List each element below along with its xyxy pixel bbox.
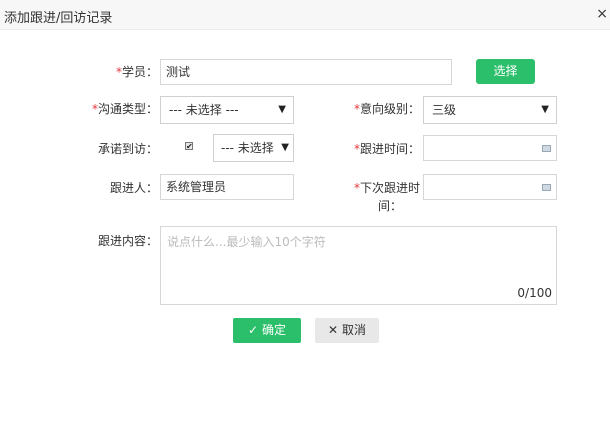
content-textarea[interactable]: 说点什么...最少输入10个字符 0/100: [160, 226, 557, 305]
intent-level-label: *意向级别：: [320, 100, 420, 117]
dialog-titlebar: 添加跟进/回访记录 ×: [0, 0, 610, 30]
calendar-icon[interactable]: [542, 145, 551, 152]
next-follow-time-input[interactable]: [423, 174, 557, 200]
confirm-label: 确定: [261, 323, 286, 337]
comm-type-label: *沟通类型：: [60, 100, 158, 117]
promise-visit-checkbox[interactable]: ✔: [185, 142, 193, 151]
cancel-button[interactable]: ✕ 取消: [315, 318, 379, 343]
promise-visit-value: --- 未选择: [221, 141, 274, 155]
content-label: 跟进内容：: [97, 234, 158, 248]
promise-visit-select[interactable]: --- 未选择 ▼: [213, 134, 294, 162]
follow-time-label-text: 跟进时间：: [359, 142, 420, 156]
close-icon[interactable]: ×: [596, 6, 608, 22]
intent-level-value: 三级: [432, 103, 457, 117]
follow-time-input[interactable]: [423, 135, 557, 161]
next-follow-time-label: *下次跟进时 间：: [320, 179, 420, 215]
confirm-button[interactable]: ✓ 确定: [233, 318, 301, 343]
next-follow-time-label-line1: 下次跟进时: [359, 181, 420, 195]
promise-visit-label: 承诺到访：: [97, 142, 158, 156]
chevron-down-icon: ▼: [278, 104, 286, 115]
chevron-down-icon: ▼: [279, 135, 289, 161]
next-follow-time-label-line2: 间：: [377, 199, 402, 213]
follower-label: 跟进人：: [109, 181, 158, 195]
intent-level-select[interactable]: 三级 ▼: [423, 96, 557, 124]
cancel-label: 取消: [341, 323, 366, 337]
comm-type-select[interactable]: --- 未选择 --- ▼: [160, 96, 294, 124]
comm-type-value: --- 未选择 ---: [169, 103, 239, 117]
follower-input[interactable]: 系统管理员: [160, 174, 294, 200]
student-input[interactable]: 测试: [160, 59, 452, 85]
dialog-title: 添加跟进/回访记录: [4, 11, 113, 26]
student-label: *学员：: [80, 63, 158, 80]
content-placeholder: 说点什么...最少输入10个字符: [167, 235, 326, 249]
char-counter: 0/100: [517, 286, 552, 300]
student-label-text: 学员：: [121, 65, 158, 79]
comm-type-label-text: 沟通类型：: [97, 102, 158, 116]
calendar-icon[interactable]: [542, 184, 551, 191]
intent-level-label-text: 意向级别：: [359, 102, 420, 116]
select-student-button[interactable]: 选择: [476, 59, 535, 84]
close-icon: ✕: [328, 323, 339, 337]
chevron-down-icon: ▼: [541, 104, 549, 115]
check-icon: ✓: [248, 323, 259, 337]
follow-time-label: *跟进时间：: [320, 140, 420, 157]
